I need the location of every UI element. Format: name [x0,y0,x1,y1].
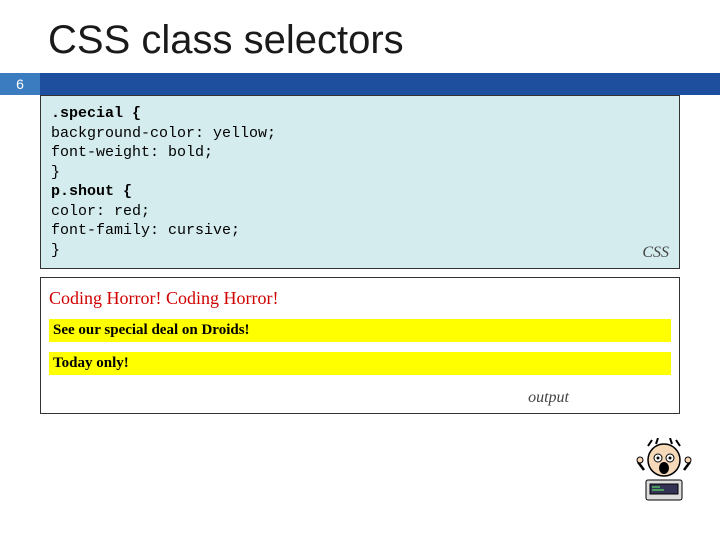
header-bar: 6 [0,73,720,95]
code-line: } [51,163,669,183]
output-shout-line: Coding Horror! Coding Horror! [49,284,671,315]
header-bar-fill [40,73,720,95]
code-language-label: CSS [642,243,669,264]
page-number: 6 [0,73,40,95]
code-line: font-weight: bold; [51,143,669,163]
css-code-box: .special { background-color: yellow; fon… [40,95,680,269]
output-box: Coding Horror! Coding Horror! See our sp… [40,277,680,414]
output-special-line: See our special deal on Droids! [49,319,671,342]
code-line: color: red; [51,202,669,222]
output-special-line: Today only! [49,352,671,375]
code-line: .special { [51,104,669,124]
output-label: output [528,389,569,407]
code-line: font-family: cursive; [51,221,669,241]
coding-horror-icon [636,438,692,502]
code-line: } [51,241,669,261]
code-line: background-color: yellow; [51,124,669,144]
code-line: p.shout { [51,182,669,202]
slide-title: CSS class selectors [0,0,720,73]
